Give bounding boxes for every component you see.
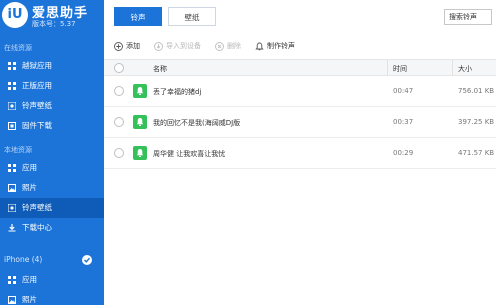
apps-icon <box>8 82 16 90</box>
sidebar-item-label: 越狱应用 <box>22 61 52 70</box>
sidebar-item-official-apps[interactable]: 正版应用 <box>0 76 104 96</box>
table-row[interactable]: 周华健 让我欢喜让我忧 00:29 471.57 KB <box>104 138 496 169</box>
ringtone-name: 我的回忆不是我(海阔威DJ版 <box>153 119 241 127</box>
sidebar-item-device-apps[interactable]: 应用 <box>0 270 104 290</box>
search-input[interactable]: 搜索铃声 <box>444 9 492 25</box>
ringtone-duration: 00:29 <box>393 149 414 157</box>
device-name: iPhone (4) <box>4 255 43 264</box>
online-section-title: 在线资源 <box>4 44 32 52</box>
sidebar-item-label: 照片 <box>22 183 37 192</box>
plus-circle-icon <box>114 41 123 51</box>
download-icon <box>8 224 16 232</box>
make-ringtone-label: 制作铃声 <box>267 42 295 50</box>
app-logo-icon: iU <box>2 2 28 28</box>
check-icon <box>82 255 92 265</box>
header-time[interactable]: 时间 <box>393 64 407 74</box>
brand: iU 爱思助手 版本号：5.37 <box>0 0 104 40</box>
sidebar-item-ringtone-wallpaper[interactable]: 铃声壁纸 <box>0 198 104 218</box>
table-row[interactable]: 丢了幸福的猪dj 00:47 756.01 KB <box>104 76 496 107</box>
photo-icon <box>8 296 16 304</box>
ringtone-icon <box>133 84 147 98</box>
import-to-device-button[interactable]: 导入到设备 <box>154 41 201 51</box>
ringtone-duration: 00:37 <box>393 118 414 126</box>
firmware-icon <box>8 122 16 130</box>
sidebar-item-label: 铃声壁纸 <box>22 203 52 212</box>
apps-icon <box>8 164 16 172</box>
sidebar: iU 爱思助手 版本号：5.37 在线资源 越狱应用 正版应用 铃声壁纸 固件下… <box>0 0 104 305</box>
ringtone-icon <box>133 115 147 129</box>
device-title[interactable]: iPhone (4) <box>0 250 104 270</box>
sidebar-item-local-apps[interactable]: 应用 <box>0 158 104 178</box>
sidebar-item-device-photos[interactable]: 照片 <box>0 290 104 305</box>
header-name[interactable]: 名称 <box>153 64 167 74</box>
add-button[interactable]: 添加 <box>114 41 140 51</box>
row-checkbox[interactable] <box>114 117 124 127</box>
import-label: 导入到设备 <box>166 42 201 50</box>
row-checkbox[interactable] <box>114 86 124 96</box>
apps-icon <box>8 276 16 284</box>
tab-bar: 铃声 壁纸 <box>114 7 216 26</box>
sidebar-item-label: 应用 <box>22 163 37 172</box>
make-ringtone-button[interactable]: 制作铃声 <box>255 41 295 51</box>
apps-icon <box>8 62 16 70</box>
tab-ringtones[interactable]: 铃声 <box>114 7 162 26</box>
ringtone-name: 丢了幸福的猪dj <box>153 88 202 96</box>
bell-icon <box>255 42 264 50</box>
sidebar-item-firmware-download[interactable]: 固件下载 <box>0 116 104 136</box>
delete-label: 删除 <box>227 42 241 50</box>
add-label: 添加 <box>126 42 140 50</box>
sidebar-item-label: 下载中心 <box>22 223 52 232</box>
sidebar-item-ringtone-wallpaper-online[interactable]: 铃声壁纸 <box>0 96 104 116</box>
sidebar-item-label: 应用 <box>22 275 37 284</box>
row-checkbox[interactable] <box>114 148 124 158</box>
import-icon <box>154 41 163 51</box>
sidebar-item-label: 照片 <box>22 295 37 304</box>
table-header: 名称 时间 大小 <box>104 59 496 76</box>
ringtone-size: 397.25 KB <box>458 118 495 126</box>
ringtone-duration: 00:47 <box>393 87 414 95</box>
delete-button[interactable]: 删除 <box>215 41 241 51</box>
sidebar-item-download-center[interactable]: 下载中心 <box>0 218 104 238</box>
sidebar-item-label: 铃声壁纸 <box>22 101 52 110</box>
sidebar-item-label: 正版应用 <box>22 81 52 90</box>
toolbar: 添加 导入到设备 删除 制作铃声 <box>114 38 309 54</box>
tab-wallpapers[interactable]: 壁纸 <box>168 7 216 26</box>
column-divider <box>387 60 388 76</box>
ringtone-size: 471.57 KB <box>458 149 495 157</box>
ringtone-icon <box>8 102 16 110</box>
header-size[interactable]: 大小 <box>458 64 472 74</box>
photo-icon <box>8 184 16 192</box>
sidebar-item-photos[interactable]: 照片 <box>0 178 104 198</box>
ringtone-icon <box>133 146 147 160</box>
sidebar-item-label: 固件下载 <box>22 121 52 130</box>
ringtone-table: 名称 时间 大小 丢了幸福的猪dj 00:47 756.01 KB 我的回忆不是… <box>104 59 496 169</box>
select-all-checkbox[interactable] <box>114 63 124 73</box>
ringtone-size: 756.01 KB <box>458 87 495 95</box>
table-row[interactable]: 我的回忆不是我(海阔威DJ版 00:37 397.25 KB <box>104 107 496 138</box>
local-section-title: 本地资源 <box>4 146 32 154</box>
sidebar-item-jailbreak-apps[interactable]: 越狱应用 <box>0 56 104 76</box>
main-panel: 铃声 壁纸 搜索铃声 添加 导入到设备 删除 制作铃声 名称 时间 大小 丢了幸… <box>104 0 496 305</box>
ringtone-icon <box>8 204 16 212</box>
column-divider <box>452 60 453 76</box>
ringtone-name: 周华健 让我欢喜让我忧 <box>153 150 226 158</box>
delete-icon <box>215 41 224 51</box>
app-version: 版本号：5.37 <box>32 20 76 28</box>
